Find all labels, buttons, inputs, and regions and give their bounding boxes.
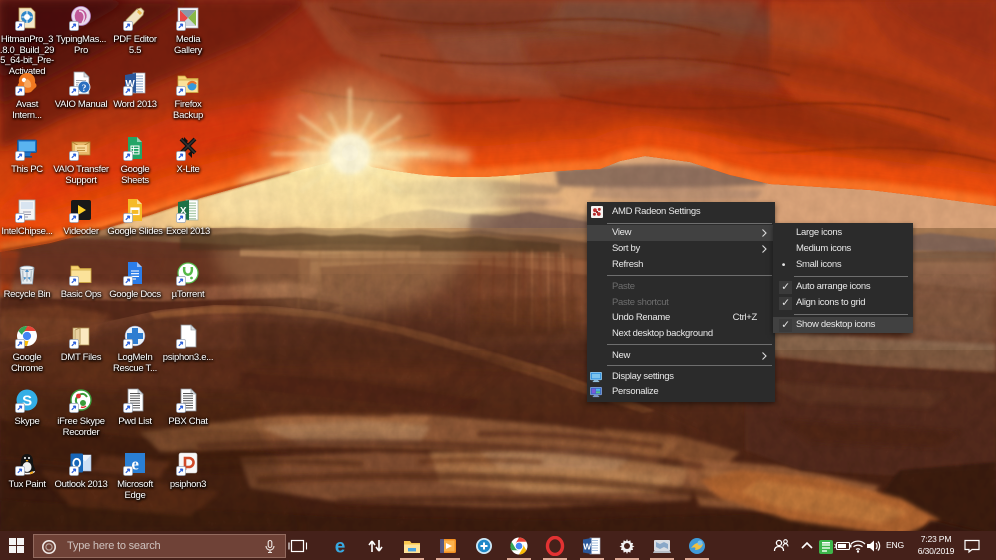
svg-text:e: e [335, 536, 346, 556]
svg-text:?: ? [82, 83, 86, 93]
svg-text:W: W [583, 541, 592, 551]
